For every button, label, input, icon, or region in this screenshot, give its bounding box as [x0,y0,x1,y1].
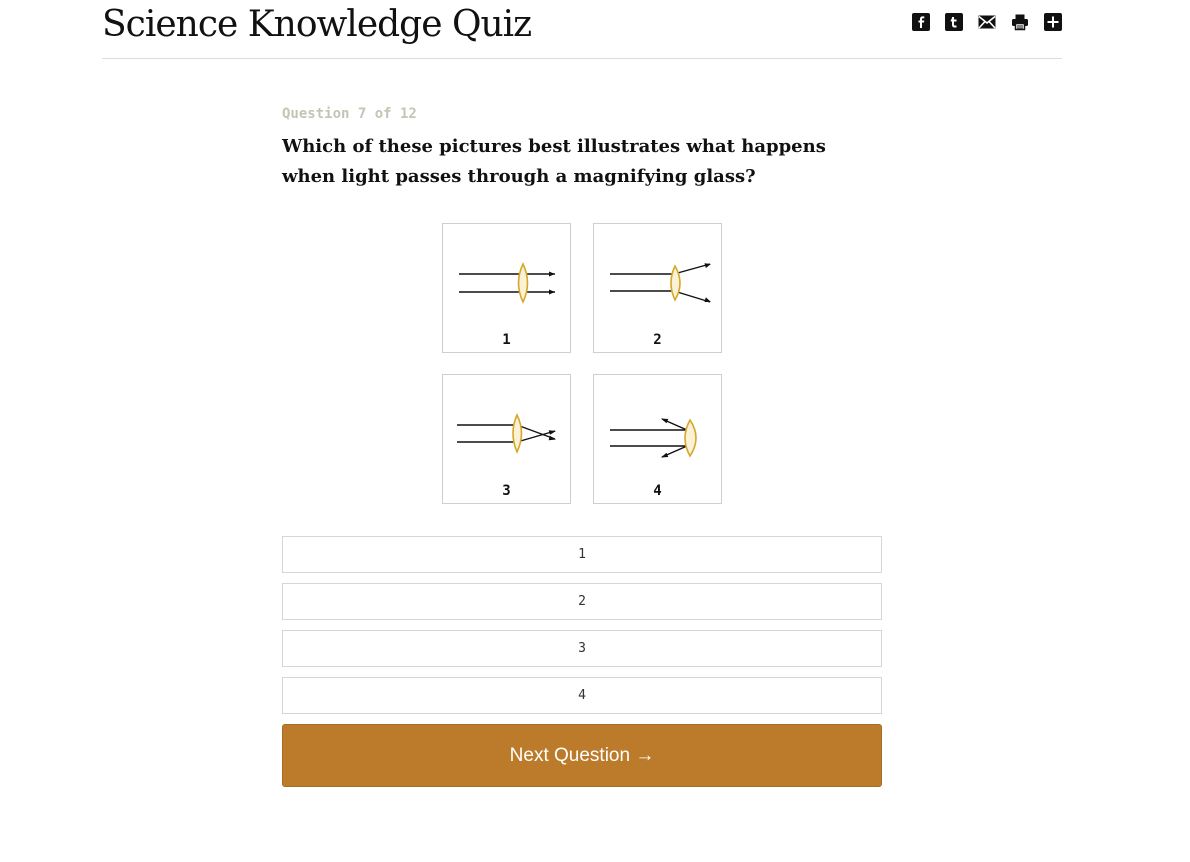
figure-label: 2 [653,332,662,348]
answer-option-4[interactable]: 4 [282,677,882,714]
answer-option-3[interactable]: 3 [282,630,882,667]
figure-4: 4 [593,374,722,504]
share-toolbar [912,13,1062,31]
figure-3: 3 [442,374,571,504]
page-title: Science Knowledge Quiz [102,4,532,45]
answer-option-1[interactable]: 1 [282,536,882,573]
next-question-button[interactable]: Next Question → [282,724,882,787]
answer-option-2[interactable]: 2 [282,583,882,620]
page-header: Science Knowledge Quiz [102,0,1062,59]
question-progress: Question 7 of 12 [282,106,417,122]
more-icon[interactable] [1044,13,1062,31]
print-icon[interactable] [1011,13,1029,31]
question-text: Which of these pictures best illustrates… [282,136,826,187]
figure-label: 3 [502,483,511,499]
figure-2: 2 [593,223,722,353]
answer-list: 1 2 3 4 [282,536,882,724]
question-block: Question 7 of 12 Which of these pictures… [282,106,882,192]
facebook-icon[interactable] [912,13,930,31]
figure-label: 1 [502,332,511,348]
figure-grid: 1 2 3 4 [442,223,724,507]
figure-label: 4 [653,483,662,499]
email-icon[interactable] [978,13,996,31]
figure-1: 1 [442,223,571,353]
tumblr-icon[interactable] [945,13,963,31]
